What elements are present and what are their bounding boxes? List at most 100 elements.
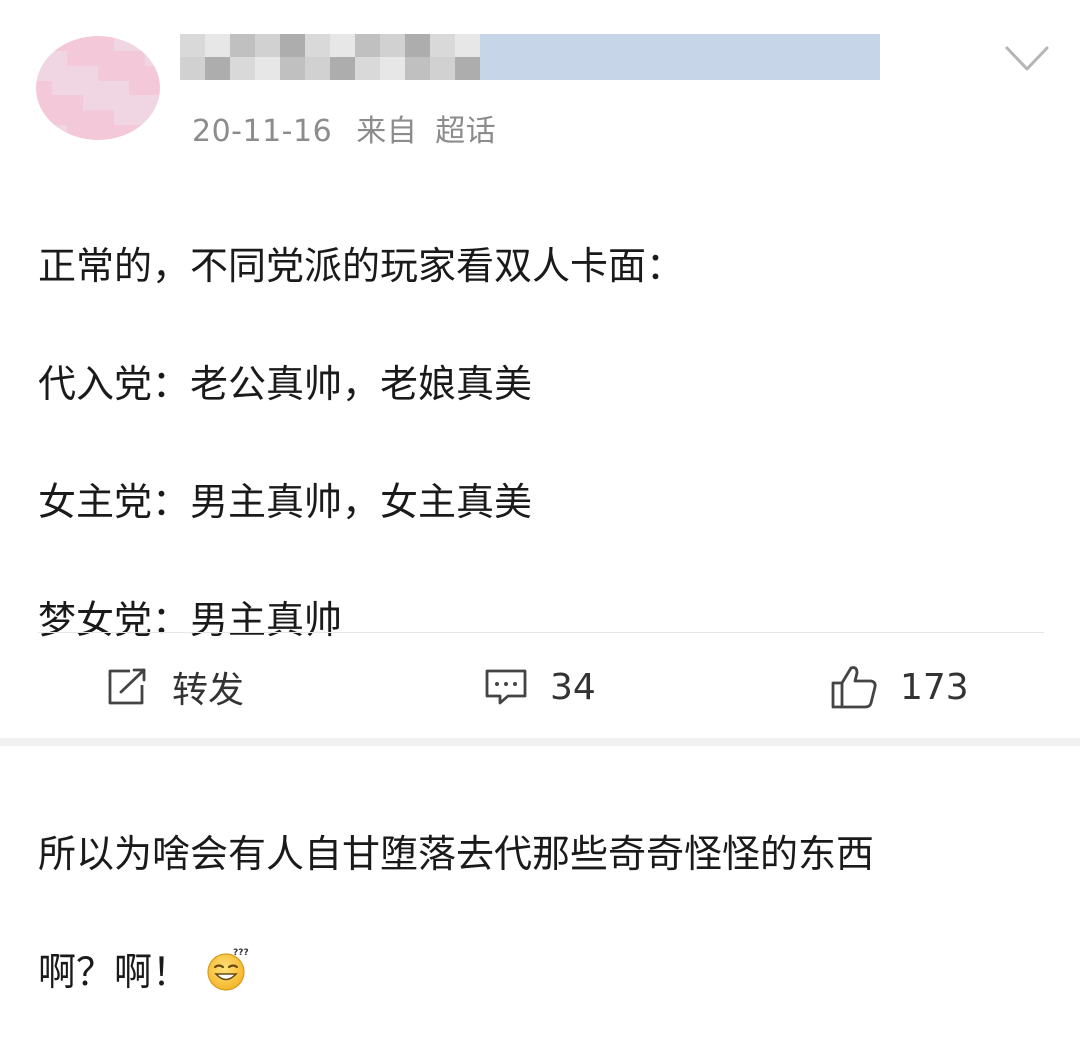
username-mosaic-cell [555, 34, 580, 57]
avatar-mosaic-cell [113, 36, 129, 51]
post-line: 代入党：老公真帅，老娘真美 [38, 362, 533, 406]
post-line-text: 啊？啊！ [38, 950, 191, 994]
avatar-mosaic-cell [82, 95, 98, 111]
post-line: 女主党：男主真帅，女主真美 [38, 480, 533, 524]
username-mosaic-cell [755, 34, 780, 57]
thumbs-up-icon [831, 666, 877, 709]
avatar-mosaic-cell [98, 50, 114, 66]
avatar-mosaic-cell [129, 125, 145, 140]
username-mosaic-cell [680, 57, 705, 80]
avatar-mosaic-cell [67, 50, 83, 66]
avatar-mosaic-cell [51, 110, 67, 126]
avatar-mosaic-cell [51, 95, 67, 111]
avatar[interactable] [36, 36, 160, 140]
username-mosaic-cell [430, 34, 455, 57]
username-mosaic-cell [580, 57, 605, 80]
username-mosaic-cell [505, 57, 530, 80]
username-mosaic-cell [480, 57, 505, 80]
avatar-mosaic-cell [67, 110, 83, 126]
avatar-mosaic-cell [36, 110, 52, 126]
avatar-mosaic-cell [98, 125, 114, 140]
username-mosaic-cell [655, 57, 680, 80]
username-mosaic-cell [230, 34, 255, 57]
username-mosaic-cell [630, 34, 655, 57]
avatar-mosaic-cell [129, 80, 145, 96]
username-mosaic-cell [180, 34, 205, 57]
svg-text:???: ??? [233, 948, 249, 958]
avatar-mosaic-cell [36, 80, 52, 96]
avatar-mosaic-cell [51, 80, 67, 96]
avatar-mosaic-cell [51, 50, 67, 66]
avatar-mosaic-cell [98, 95, 114, 111]
share-out-icon [108, 668, 146, 705]
post-line: 所以为啥会有人自甘堕落去代那些奇奇怪怪的东西 [38, 832, 875, 876]
username-mosaic-cell [530, 34, 555, 57]
avatar-mosaic-cell [144, 65, 160, 81]
username-mosaic-cell [305, 34, 330, 57]
repost-label: 转发 [172, 670, 245, 711]
username-mosaic-cell [230, 57, 255, 80]
username-mosaic-cell [855, 57, 880, 80]
avatar-mosaic-cell [82, 50, 98, 66]
username-mosaic-cell [780, 34, 805, 57]
username-mosaic-cell [505, 34, 530, 57]
avatar-mosaic-cell [36, 125, 52, 140]
username-mosaic-cell [355, 34, 380, 57]
avatar-mosaic-cell [98, 80, 114, 96]
avatar-mosaic-cell [36, 65, 52, 81]
avatar-mosaic-cell [82, 110, 98, 126]
username-mosaic-cell [530, 57, 555, 80]
username-mosaic-cell [855, 34, 880, 57]
weibo-post-card: 20-11-16 来自 超话 正常的，不同党派的玩家看双人卡面： 代入党：老公真… [0, 0, 1080, 994]
avatar-mosaic-cell [113, 125, 129, 140]
username-mosaic-cell [480, 34, 505, 57]
avatar-mosaic-cell [144, 80, 160, 96]
username-mosaic-cell [680, 34, 705, 57]
username-mosaic-cell [830, 34, 855, 57]
avatar-mosaic-cell [144, 110, 160, 126]
avatar-mosaic-cell [36, 95, 52, 111]
comment-button[interactable]: 34 [484, 650, 596, 724]
username-mosaic-cell [805, 57, 830, 80]
post-line: 正常的，不同党派的玩家看双人卡面： [38, 244, 685, 288]
username-mosaic-cell [205, 57, 230, 80]
username-mosaic-cell [605, 34, 630, 57]
avatar-mosaic-cell [82, 80, 98, 96]
username-mosaic-cell [705, 57, 730, 80]
username-blurred[interactable] [180, 34, 880, 80]
username-mosaic-cell [805, 34, 830, 57]
avatar-mosaic-cell [144, 50, 160, 66]
post-body: 正常的，不同党派的玩家看双人卡面： 代入党：老公真帅，老娘真美 女主党：男主真帅… [38, 178, 1048, 1061]
username-mosaic-cell [430, 57, 455, 80]
avatar-mosaic-cell [113, 110, 129, 126]
post-meta: 20-11-16 来自 超话 [192, 106, 496, 150]
username-mosaic-cell [630, 57, 655, 80]
username-mosaic-cell [555, 57, 580, 80]
post-line: 梦女党：男主真帅 [38, 598, 343, 642]
chevron-down-icon[interactable] [1004, 44, 1050, 74]
avatar-mosaic-cell [82, 36, 98, 51]
username-mosaic-cell [405, 34, 430, 57]
like-button[interactable]: 173 [830, 650, 969, 724]
username-mosaic-cell [205, 34, 230, 57]
avatar-mosaic-cell [144, 95, 160, 111]
username-mosaic-cell [780, 57, 805, 80]
post-date: 20-11-16 [192, 114, 333, 149]
avatar-mosaic-cell [82, 125, 98, 140]
avatar-mosaic-cell [51, 65, 67, 81]
username-mosaic-cell [380, 34, 405, 57]
avatar-mosaic-cell [67, 80, 83, 96]
username-mosaic-cell [705, 34, 730, 57]
username-mosaic-cell [280, 34, 305, 57]
avatar-mosaic-cell [113, 95, 129, 111]
username-mosaic-cell [605, 57, 630, 80]
avatar-mosaic-cell [36, 50, 52, 66]
post-line-last: 啊？啊！ ??? [38, 943, 1048, 1002]
avatar-mosaic-cell [129, 110, 145, 126]
avatar-mosaic-cell [113, 50, 129, 66]
repost-button[interactable]: 转发 [106, 650, 244, 724]
post-source-link[interactable]: 超话 [435, 114, 496, 149]
username-mosaic-cell [655, 34, 680, 57]
avatar-mosaic-cell [67, 36, 83, 51]
avatar-mosaic-cell [98, 36, 114, 51]
